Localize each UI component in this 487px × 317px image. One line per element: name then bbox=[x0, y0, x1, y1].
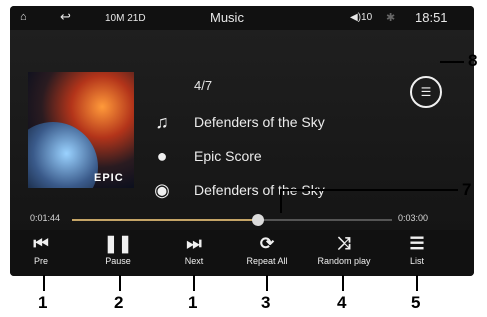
callout-line-repeat bbox=[266, 275, 268, 291]
elapsed-time: 0:01:44 bbox=[30, 213, 61, 223]
disc-icon: ◉ bbox=[154, 180, 170, 200]
callout-line-progress-drop bbox=[280, 189, 282, 213]
home-icon[interactable]: ⌂ bbox=[20, 11, 27, 23]
callout-line-eq bbox=[440, 61, 464, 63]
music-note-icon: ♫ bbox=[155, 112, 169, 132]
pause-button[interactable]: ❚❚ Pause bbox=[79, 234, 157, 266]
repeat-button[interactable]: ⟳ Repeat All bbox=[228, 234, 306, 266]
list-label: List bbox=[409, 256, 424, 266]
now-playing-panel: EPIC 4/7 ♫ Defenders of the Sky ● Epic S… bbox=[10, 30, 474, 230]
list-icon: ☰ bbox=[409, 234, 425, 253]
pause-label: Pause bbox=[105, 256, 131, 266]
callout-repeat: 3 bbox=[261, 293, 271, 312]
seek-bar-fill bbox=[72, 219, 258, 221]
equalizer-button[interactable]: ☰ bbox=[410, 76, 442, 108]
previous-label: Pre bbox=[33, 256, 48, 266]
clock: 18:51 bbox=[415, 10, 448, 25]
next-label: Next bbox=[184, 256, 204, 266]
callout-list: 5 bbox=[411, 293, 421, 312]
progress-bar-area: 0:01:44 0:03:00 bbox=[10, 211, 474, 229]
callout-line-pre bbox=[43, 275, 45, 291]
album-art-text: EPIC bbox=[94, 172, 124, 184]
callout-progress: 7 bbox=[462, 180, 472, 199]
date-label: 10M 21D bbox=[105, 13, 146, 24]
repeat-icon: ⟳ bbox=[259, 234, 275, 253]
repeat-label: Repeat All bbox=[246, 256, 288, 266]
volume-level: 10 bbox=[361, 12, 373, 23]
callout-pre: 1 bbox=[38, 293, 48, 312]
next-icon: ⏭ bbox=[186, 234, 202, 253]
seek-bar[interactable] bbox=[72, 214, 392, 226]
head-unit-screen: ⌂ ↩ 10M 21D Music ◀)10 ✱ 18:51 EPIC 4/7 … bbox=[10, 6, 474, 276]
artist-name: Epic Score bbox=[194, 148, 262, 164]
previous-button[interactable]: ⏮ Pre bbox=[10, 234, 80, 266]
bluetooth-icon: ✱ bbox=[386, 12, 396, 24]
callout-line-next bbox=[193, 275, 195, 291]
person-icon: ● bbox=[156, 146, 168, 166]
seek-handle[interactable] bbox=[251, 214, 264, 226]
speaker-icon: ◀) bbox=[350, 12, 362, 23]
random-play-button[interactable]: ⤨ Random play bbox=[305, 234, 383, 266]
track-counter: 4/7 bbox=[194, 78, 213, 93]
callout-line-progress bbox=[280, 189, 458, 191]
album-art: EPIC bbox=[28, 72, 134, 188]
callout-eq: 8 bbox=[468, 51, 478, 70]
previous-icon: ⏮ bbox=[33, 234, 49, 253]
track-title: Defenders of the Sky bbox=[194, 114, 325, 130]
callout-line-list bbox=[416, 275, 418, 291]
volume-indicator: ◀)10 bbox=[350, 12, 372, 23]
total-time: 0:03:00 bbox=[398, 213, 429, 223]
status-bar: ⌂ ↩ 10M 21D Music ◀)10 ✱ 18:51 bbox=[10, 6, 474, 30]
callout-pause: 2 bbox=[114, 293, 124, 312]
callout-line-random bbox=[342, 275, 344, 291]
next-button[interactable]: ⏭ Next bbox=[155, 234, 233, 266]
list-button[interactable]: ☰ List bbox=[378, 234, 456, 266]
random-play-label: Random play bbox=[317, 256, 371, 266]
equalizer-icon: ☰ bbox=[420, 85, 432, 99]
shuffle-icon: ⤨ bbox=[337, 234, 351, 253]
planet-graphic bbox=[28, 122, 98, 188]
callout-next: 1 bbox=[188, 293, 198, 312]
callout-random: 4 bbox=[337, 293, 347, 312]
back-icon[interactable]: ↩ bbox=[60, 9, 71, 25]
callout-line-pause bbox=[119, 275, 121, 291]
control-bar: ⏮ Pre ❚❚ Pause ⏭ Next ⟳ Repeat All ⤨ Ran… bbox=[10, 230, 474, 276]
page-title: Music bbox=[210, 10, 244, 25]
pause-icon: ❚❚ bbox=[103, 234, 133, 253]
